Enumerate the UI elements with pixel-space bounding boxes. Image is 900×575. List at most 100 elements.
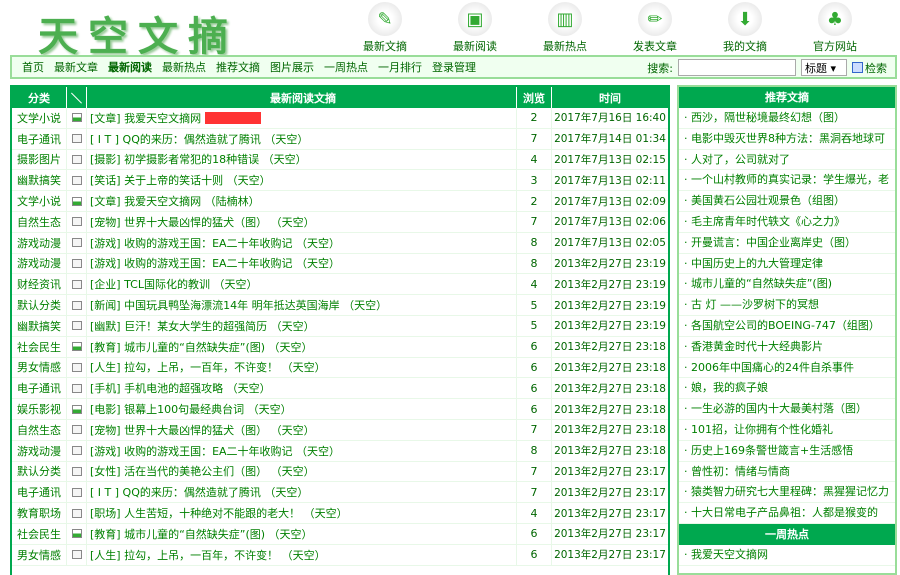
article-link[interactable]: [宠物] 世界十大最凶悍的猛犬（图） （天空） bbox=[90, 422, 315, 438]
recommended-link[interactable]: 一个山村教师的真实记录：学生爆光，老 bbox=[691, 173, 889, 186]
recommended-item[interactable]: · 一生必游的国内十大最美村落（图） bbox=[679, 399, 895, 420]
recommended-link[interactable]: 中国历史上的九大管理定律 bbox=[691, 257, 823, 270]
nav-link-4[interactable]: 推荐文摘 bbox=[216, 59, 260, 75]
nav-link-7[interactable]: 一月排行 bbox=[378, 59, 422, 75]
search-button[interactable]: 检索 bbox=[852, 60, 887, 76]
recommended-item[interactable]: · 美国黄石公园壮观景色（组图） bbox=[679, 191, 895, 212]
category-link[interactable]: 娱乐影视 bbox=[12, 399, 67, 419]
category-link[interactable]: 默认分类 bbox=[12, 295, 67, 315]
recommended-item[interactable]: · 中国历史上的九大管理定律 bbox=[679, 254, 895, 275]
category-link[interactable]: 自然生态 bbox=[12, 211, 67, 232]
recommended-item[interactable]: · 古 灯 ——沙罗树下的冥想 bbox=[679, 295, 895, 316]
category-link[interactable]: 社会民生 bbox=[12, 523, 67, 544]
recommended-link[interactable]: 猿类智力研究七大里程碑：黑猩猩记忆力 bbox=[691, 485, 889, 498]
recommended-link[interactable]: 一生必游的国内十大最美村落（图） bbox=[691, 402, 867, 415]
article-link[interactable]: [电影] 银幕上100句最经典台词 （天空） bbox=[90, 401, 292, 417]
article-link[interactable]: [文章] 我爱天空文摘网 bbox=[90, 110, 201, 126]
article-link[interactable]: [游戏] 收购的游戏王国：EA二十年收购记 （天空） bbox=[90, 443, 340, 459]
category-link[interactable]: 财经资讯 bbox=[12, 274, 67, 295]
article-link[interactable]: [文章] 我爱天空文摘网 （陆楠林） bbox=[90, 193, 260, 209]
category-link[interactable]: 默认分类 bbox=[12, 461, 67, 482]
recommended-link[interactable]: 开曼谎言：中国企业离岸史（图） bbox=[691, 236, 856, 249]
recommended-item[interactable]: · 猿类智力研究七大里程碑：黑猩猩记忆力 bbox=[679, 482, 895, 504]
article-link[interactable]: [新闻] 中国玩具鸭坠海漂流14年 明年抵达英国海岸 （天空） bbox=[90, 297, 387, 313]
article-link[interactable]: [职场] 人生苦短，十种绝对不能跟的老大！ （天空） bbox=[90, 505, 348, 521]
recommended-item[interactable]: · 历史上169条警世箴言+生活感悟 bbox=[679, 441, 895, 462]
weekly-hot-link[interactable]: 我爱天空文摘网 bbox=[691, 548, 768, 561]
article-link[interactable]: [ I T ] QQ的来历：偶然造就了腾讯 （天空） bbox=[90, 131, 308, 147]
article-link[interactable]: [幽默] 巨汗！某女大学生的超强简历 （天空） bbox=[90, 318, 315, 334]
topnav-item-2[interactable]: ▥ 最新热点 bbox=[520, 0, 610, 54]
recommended-item[interactable]: · 各国航空公司的BOEING-747（组图） bbox=[679, 316, 895, 337]
recommended-link[interactable]: 娘，我的疯子娘 bbox=[691, 381, 768, 394]
category-link[interactable]: 社会民生 bbox=[12, 336, 67, 357]
recommended-item[interactable]: · 毛主席青年时代轶文《心之力》 bbox=[679, 212, 895, 233]
recommended-link[interactable]: 西沙，隔世秘境最终幻想（图） bbox=[691, 111, 845, 124]
article-link[interactable]: [教育] 城市儿童的“自然缺失症”(图) （天空） bbox=[90, 339, 313, 355]
recommended-item[interactable]: · 娘，我的疯子娘 bbox=[679, 378, 895, 400]
recommended-item[interactable]: · 香港黄金时代十大经典影片 bbox=[679, 337, 895, 358]
category-link[interactable]: 游戏动漫 bbox=[12, 232, 67, 253]
article-link[interactable]: [ I T ] QQ的来历：偶然造就了腾讯 （天空） bbox=[90, 484, 308, 500]
article-link[interactable]: [游戏] 收购的游戏王国：EA二十年收购记 （天空） bbox=[90, 255, 340, 271]
recommended-item[interactable]: · 十大日常电子产品鼻祖：人都是猴变的 bbox=[679, 503, 895, 524]
recommended-link[interactable]: 十大日常电子产品鼻祖：人都是猴变的 bbox=[691, 506, 878, 519]
topnav-item-3[interactable]: ✏ 发表文章 bbox=[610, 0, 700, 54]
article-link[interactable]: [摄影] 初学摄影者常犯的18种错误 （天空） bbox=[90, 151, 307, 167]
recommended-link[interactable]: 人对了，公司就对了 bbox=[691, 153, 790, 166]
recommended-link[interactable]: 古 灯 ——沙罗树下的冥想 bbox=[691, 298, 819, 311]
recommended-item[interactable]: · 电影中毁灭世界8种方法：黑洞吞地球可 bbox=[679, 129, 895, 150]
category-link[interactable]: 男女情感 bbox=[12, 357, 67, 378]
recommended-item[interactable]: · 101招，让你拥有个性化婚礼 bbox=[679, 420, 895, 441]
article-link[interactable]: [手机] 手机电池的超强攻略 （天空） bbox=[90, 380, 271, 396]
category-link[interactable]: 游戏动漫 bbox=[12, 440, 67, 461]
nav-link-1[interactable]: 最新文章 bbox=[54, 59, 98, 75]
category-link[interactable]: 男女情感 bbox=[12, 544, 67, 565]
recommended-link[interactable]: 各国航空公司的BOEING-747（组图） bbox=[691, 319, 880, 332]
category-link[interactable]: 摄影图片 bbox=[12, 149, 67, 170]
recommended-link[interactable]: 城市儿童的“自然缺失症”(图) bbox=[691, 277, 832, 290]
nav-link-3[interactable]: 最新热点 bbox=[162, 59, 206, 75]
category-link[interactable]: 文学小说 bbox=[12, 191, 67, 211]
article-link[interactable]: [游戏] 收购的游戏王国：EA二十年收购记 （天空） bbox=[90, 235, 340, 251]
search-input[interactable] bbox=[678, 59, 796, 76]
topnav-item-0[interactable]: ✎ 最新文摘 bbox=[340, 0, 430, 54]
nav-link-6[interactable]: 一周热点 bbox=[324, 59, 368, 75]
article-link[interactable]: [人生] 拉勾，上吊，一百年，不许变！ （天空） bbox=[90, 547, 326, 563]
recommended-link[interactable]: 曾性初：情绪与情商 bbox=[691, 465, 790, 478]
category-link[interactable]: 幽默搞笑 bbox=[12, 170, 67, 191]
site-logo[interactable]: 天空文摘 bbox=[38, 4, 238, 62]
recommended-link[interactable]: 2006年中国痛心的24件自杀事件 bbox=[691, 361, 854, 374]
recommended-link[interactable]: 电影中毁灭世界8种方法：黑洞吞地球可 bbox=[691, 132, 885, 145]
weekly-hot-item[interactable]: · 我爱天空文摘网 bbox=[679, 545, 895, 566]
recommended-item[interactable]: · 2006年中国痛心的24件自杀事件 bbox=[679, 358, 895, 379]
topnav-item-1[interactable]: ▣ 最新阅读 bbox=[430, 0, 520, 54]
article-link[interactable]: [企业] TCL国际化的教训 （天空） bbox=[90, 276, 257, 292]
category-link[interactable]: 教育职场 bbox=[12, 503, 67, 523]
recommended-link[interactable]: 毛主席青年时代轶文《心之力》 bbox=[691, 215, 845, 228]
search-field-select[interactable]: 标题 ▾ bbox=[801, 59, 847, 76]
recommended-item[interactable]: · 人对了，公司就对了 bbox=[679, 150, 895, 171]
article-link[interactable]: [女性] 活在当代的美艳公主们（图） （天空） bbox=[90, 463, 315, 479]
recommended-link[interactable]: 香港黄金时代十大经典影片 bbox=[691, 340, 823, 353]
recommended-link[interactable]: 历史上169条警世箴言+生活感悟 bbox=[691, 444, 853, 457]
article-link[interactable]: [宠物] 世界十大最凶悍的猛犬（图） （天空） bbox=[90, 214, 315, 230]
topnav-item-5[interactable]: ♣ 官方网站 bbox=[790, 0, 880, 54]
nav-link-2[interactable]: 最新阅读 bbox=[108, 59, 152, 75]
recommended-item[interactable]: · 一个山村教师的真实记录：学生爆光，老 bbox=[679, 170, 895, 192]
category-link[interactable]: 自然生态 bbox=[12, 419, 67, 440]
recommended-link[interactable]: 101招，让你拥有个性化婚礼 bbox=[691, 423, 833, 436]
recommended-item[interactable]: · 曾性初：情绪与情商 bbox=[679, 462, 895, 483]
nav-link-5[interactable]: 图片展示 bbox=[270, 59, 314, 75]
nav-link-0[interactable]: 首页 bbox=[22, 59, 44, 75]
nav-link-8[interactable]: 登录管理 bbox=[432, 59, 476, 75]
category-link[interactable]: 文学小说 bbox=[12, 108, 67, 128]
recommended-item[interactable]: · 开曼谎言：中国企业离岸史（图） bbox=[679, 233, 895, 254]
category-link[interactable]: 游戏动漫 bbox=[12, 253, 67, 274]
category-link[interactable]: 电子通讯 bbox=[12, 378, 67, 399]
recommended-item[interactable]: · 城市儿童的“自然缺失症”(图) bbox=[679, 274, 895, 296]
recommended-link[interactable]: 美国黄石公园壮观景色（组图） bbox=[691, 194, 845, 207]
article-link[interactable]: [教育] 城市儿童的“自然缺失症”(图) （天空） bbox=[90, 526, 313, 542]
category-link[interactable]: 电子通讯 bbox=[12, 482, 67, 503]
category-link[interactable]: 幽默搞笑 bbox=[12, 315, 67, 336]
